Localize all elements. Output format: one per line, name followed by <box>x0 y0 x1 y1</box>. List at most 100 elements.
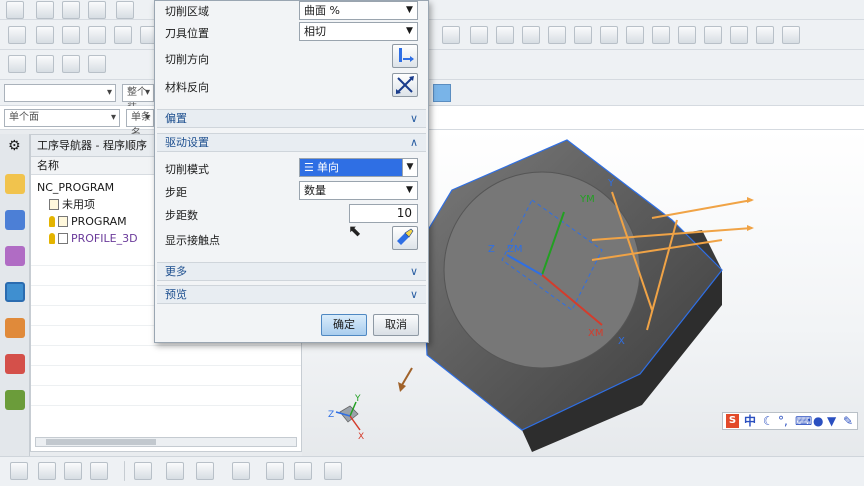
filter-combo[interactable] <box>4 84 116 102</box>
tool-icon[interactable] <box>522 26 540 44</box>
user-icon[interactable]: ● <box>813 413 823 429</box>
palette-icon[interactable] <box>5 318 25 338</box>
method-view-icon[interactable] <box>5 282 25 302</box>
section-drive-settings[interactable]: 驱动设置 ∧ <box>157 133 426 152</box>
toolbar-row-2 <box>0 20 864 50</box>
scroll-thumb[interactable] <box>46 439 156 445</box>
section-more[interactable]: 更多 ∨ <box>157 262 426 281</box>
program-view-icon[interactable] <box>5 174 25 194</box>
cut-region-select[interactable]: 曲面 % ▼ <box>299 1 418 20</box>
tool-icon[interactable] <box>36 26 54 44</box>
show-contact-button[interactable] <box>392 226 418 250</box>
tree-item-program[interactable]: PROGRAM <box>49 213 127 230</box>
cut-mode-select[interactable]: ☰ 单向 ▼ <box>299 158 418 177</box>
tool-icon[interactable] <box>782 26 800 44</box>
tool-icon[interactable] <box>88 1 106 19</box>
stepover-select[interactable]: 数量 ▼ <box>299 181 418 200</box>
operation-dialog: 切削区域 曲面 % ▼ 刀具位置 相切 ▼ 切削方向 材料反向 偏置 ∨ 驱动设… <box>154 0 429 343</box>
cut-direction-label: 切削方向 <box>165 53 209 66</box>
tool-icon[interactable] <box>8 26 26 44</box>
shirt-icon[interactable]: ▼ <box>827 413 836 429</box>
tool-icon[interactable] <box>196 462 214 480</box>
layer-icon[interactable] <box>5 390 25 410</box>
tool-icon[interactable] <box>442 26 460 44</box>
tool-icon[interactable] <box>730 26 748 44</box>
navigator-hscrollbar[interactable] <box>35 437 297 447</box>
ime-toolbar[interactable]: S 中 ☾ °, ⌨ ● ▼ ✎ <box>722 412 858 430</box>
tool-icon[interactable] <box>294 462 312 480</box>
tool-position-value: 相切 <box>304 25 326 38</box>
chevron-down-icon: ▼ <box>406 5 413 15</box>
tool-icon[interactable] <box>88 55 106 73</box>
section-title: 驱动设置 <box>165 136 209 149</box>
tool-icon[interactable] <box>6 1 24 19</box>
ime-logo: S <box>726 414 739 428</box>
history-icon[interactable] <box>5 354 25 374</box>
section-title: 预览 <box>165 288 187 301</box>
section-offset[interactable]: 偏置 ∨ <box>157 109 426 128</box>
tool-icon[interactable] <box>134 462 152 480</box>
section-title: 偏置 <box>165 112 187 125</box>
tool-icon[interactable] <box>166 462 184 480</box>
axis-label-y: Y <box>607 178 615 189</box>
tool-icon[interactable] <box>88 26 106 44</box>
tool-icon[interactable] <box>324 462 342 480</box>
triad-label-y: Y <box>354 394 361 404</box>
tool-icon[interactable] <box>114 26 132 44</box>
assembly-combo[interactable]: 整个装 <box>122 84 154 114</box>
moon-icon[interactable]: ☾ <box>763 413 774 429</box>
tool-icon[interactable] <box>116 1 134 19</box>
folder-icon <box>58 216 68 227</box>
resource-bar: ⚙ <box>0 134 30 456</box>
tool-position-label: 刀具位置 <box>165 27 209 40</box>
cancel-button[interactable]: 取消 <box>373 314 419 336</box>
tree-item-unused[interactable]: 未用项 <box>49 196 95 213</box>
tool-icon[interactable] <box>756 26 774 44</box>
tool-icon[interactable] <box>678 26 696 44</box>
tool-icon[interactable] <box>232 462 250 480</box>
material-reverse-button[interactable] <box>392 73 418 97</box>
tool-icon[interactable] <box>433 84 451 102</box>
tool-icon[interactable] <box>574 26 592 44</box>
punct-icon[interactable]: °, <box>778 413 788 429</box>
tool-icon[interactable] <box>10 462 28 480</box>
machine-view-icon[interactable] <box>5 210 25 230</box>
view-triad: Y X Z <box>328 394 364 442</box>
chevron-down-icon: ▼ <box>406 26 413 36</box>
tool-icon[interactable] <box>548 26 566 44</box>
tree-item-label: NC_PROGRAM <box>37 181 115 194</box>
wrench-icon[interactable]: ✎ <box>843 413 853 429</box>
tool-icon[interactable] <box>470 26 488 44</box>
scope-combo[interactable]: 单条名 <box>126 109 154 139</box>
tree-item-profile-3d[interactable]: PROFILE_3D <box>49 230 138 247</box>
tool-icon[interactable] <box>38 462 56 480</box>
tool-icon[interactable] <box>704 26 722 44</box>
direction-arrow-icon <box>399 48 414 62</box>
tool-icon[interactable] <box>62 55 80 73</box>
tool-icon[interactable] <box>8 55 26 73</box>
tool-icon[interactable] <box>36 1 54 19</box>
gear-icon[interactable]: ⚙ <box>8 138 21 154</box>
toolbar-row-5: 单个面 单条名 <box>0 106 864 139</box>
tool-icon[interactable] <box>90 462 108 480</box>
tool-position-select[interactable]: 相切 ▼ <box>299 22 418 41</box>
tree-item-nc-program[interactable]: NC_PROGRAM <box>37 179 114 196</box>
bottom-toolbar <box>0 456 864 486</box>
tool-icon[interactable] <box>652 26 670 44</box>
selection-scope-combo[interactable]: 单个面 <box>4 109 120 127</box>
tool-icon[interactable] <box>496 26 514 44</box>
tool-icon[interactable] <box>266 462 284 480</box>
ok-button[interactable]: 确定 <box>321 314 367 336</box>
tool-icon[interactable] <box>62 26 80 44</box>
tool-icon[interactable] <box>36 55 54 73</box>
cut-direction-button[interactable] <box>392 44 418 68</box>
tool-icon[interactable] <box>64 462 82 480</box>
tool-icon[interactable] <box>626 26 644 44</box>
section-preview[interactable]: 预览 ∨ <box>157 285 426 304</box>
keyboard-icon[interactable]: ⌨ <box>795 413 812 429</box>
tool-icon[interactable] <box>62 1 80 19</box>
ime-language[interactable]: 中 <box>744 413 756 429</box>
tool-icon[interactable] <box>600 26 618 44</box>
cut-mode-value: 单向 <box>317 161 339 174</box>
geometry-view-icon[interactable] <box>5 246 25 266</box>
